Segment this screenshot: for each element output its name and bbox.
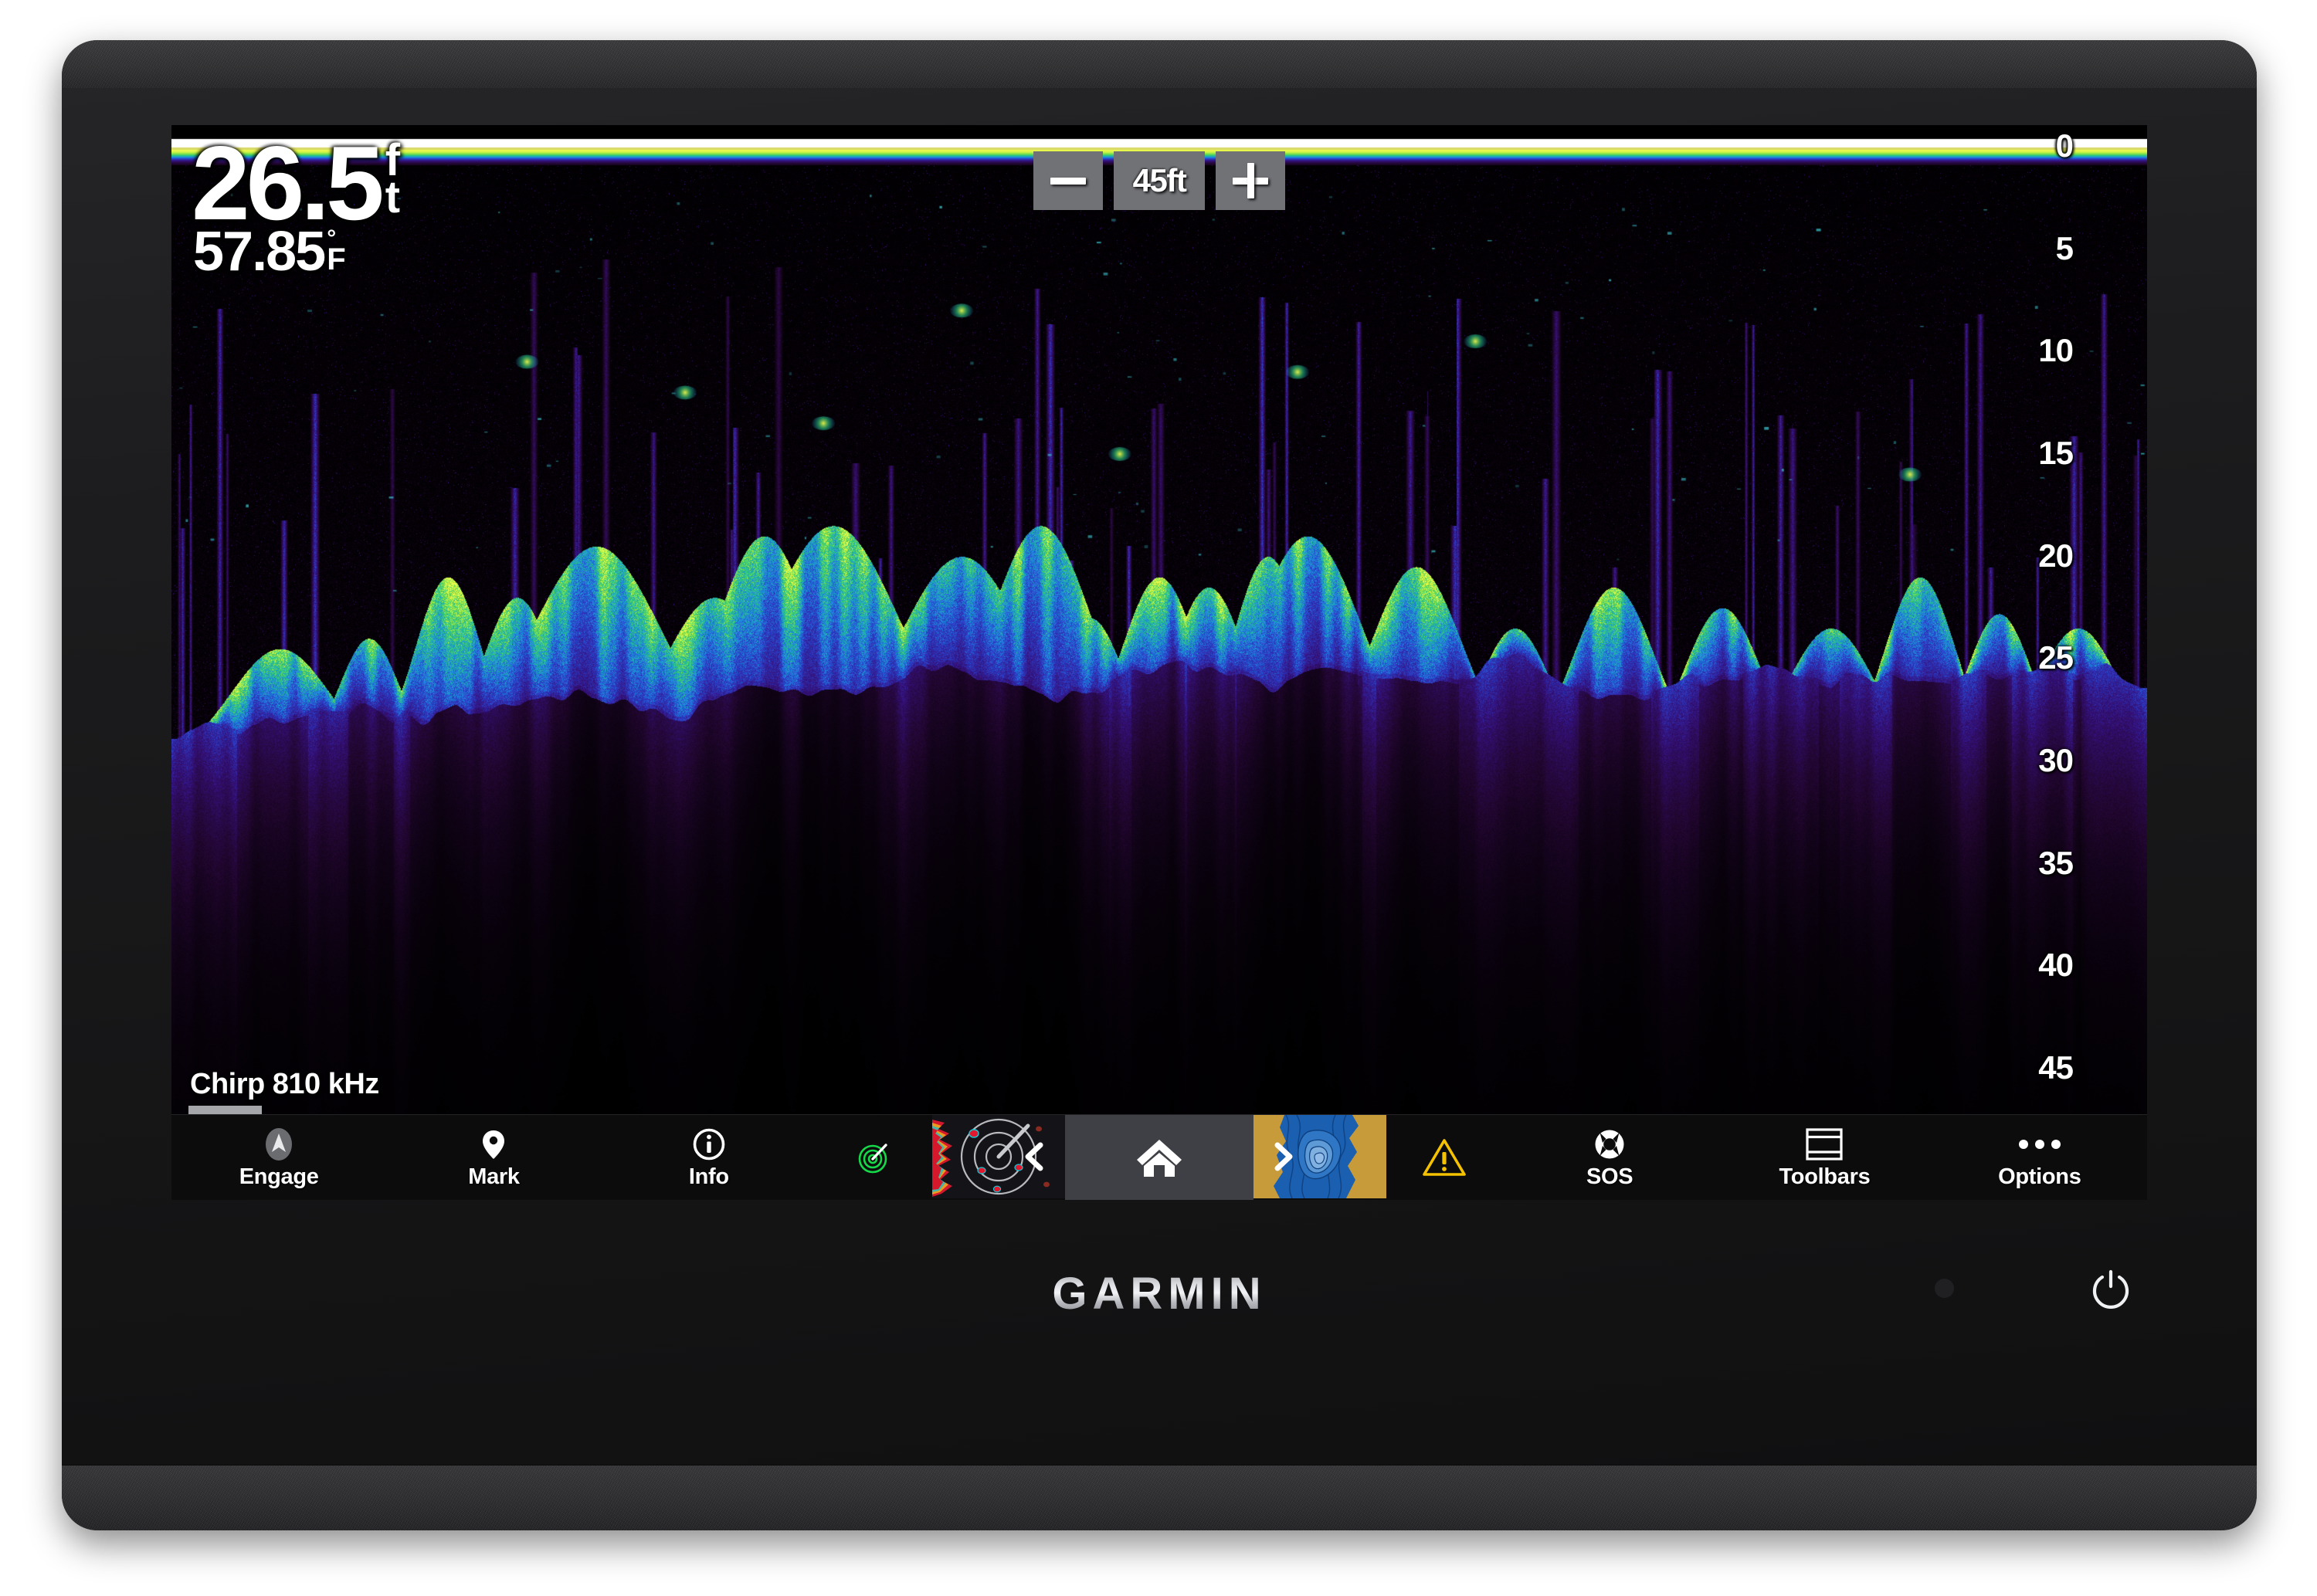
life-ring-icon bbox=[1592, 1127, 1627, 1162]
home-icon bbox=[1136, 1140, 1182, 1177]
map-pin-icon bbox=[476, 1127, 511, 1162]
garmin-logo: GARMIN bbox=[1052, 1269, 1267, 1319]
frequency-label: Chirp 810 kHz bbox=[190, 1068, 379, 1100]
bezel-top-strip bbox=[62, 40, 2257, 89]
chart-thumbnail[interactable] bbox=[1253, 1115, 1386, 1198]
toolbar-item-info[interactable]: Info bbox=[602, 1115, 816, 1200]
sonar-canvas[interactable] bbox=[171, 125, 2147, 1115]
radar-thumbnail[interactable] bbox=[931, 1115, 1065, 1198]
ambient-light-sensor bbox=[1935, 1279, 1954, 1298]
ellipsis-icon bbox=[2018, 1127, 2061, 1162]
autopilot-engage-icon bbox=[261, 1127, 297, 1162]
window-panes-icon bbox=[1806, 1127, 1844, 1162]
toolbar-label-sos: SOS bbox=[1586, 1164, 1633, 1189]
power-button[interactable] bbox=[2088, 1266, 2133, 1311]
range-label-button[interactable]: 45ft bbox=[1114, 151, 1205, 210]
bezel-bottom-strip bbox=[62, 1465, 2257, 1530]
toolbar-item-sos[interactable]: SOS bbox=[1502, 1115, 1717, 1200]
toolbar-item-engage[interactable]: Engage bbox=[171, 1115, 386, 1200]
sonar-echogram[interactable] bbox=[171, 125, 2147, 1115]
toolbar-label-engage: Engage bbox=[239, 1164, 319, 1189]
garmin-chartplotter-device: 0 5 10 15 20 25 30 35 40 45 26.5 f t 57.85 ° F bbox=[62, 40, 2257, 1530]
bottom-toolbar: Engage Mark Info SOS Toolbars Options bbox=[171, 1114, 2147, 1200]
toolbar-item-mark[interactable]: Mark bbox=[386, 1115, 601, 1200]
home-button[interactable] bbox=[1064, 1115, 1253, 1200]
toolbar-label-toolbars: Toolbars bbox=[1779, 1164, 1871, 1189]
zoom-in-button[interactable] bbox=[1216, 151, 1285, 210]
zoom-out-button[interactable] bbox=[1033, 151, 1103, 210]
toolbar-item-toolbars[interactable]: Toolbars bbox=[1717, 1115, 1932, 1200]
minus-icon bbox=[1050, 177, 1086, 185]
range-zoom-control: 45ft bbox=[1033, 151, 1285, 210]
warning-triangle-icon[interactable] bbox=[1386, 1115, 1502, 1200]
power-icon bbox=[2092, 1269, 2129, 1309]
toolbar-label-info: Info bbox=[688, 1164, 729, 1189]
toolbar-label-options: Options bbox=[1998, 1164, 2081, 1189]
toolbar-item-options[interactable]: Options bbox=[1932, 1115, 2147, 1200]
toolbar-label-mark: Mark bbox=[468, 1164, 520, 1189]
sonar-active-icon[interactable] bbox=[816, 1115, 932, 1200]
plus-icon bbox=[1233, 163, 1268, 198]
info-circle-icon bbox=[691, 1127, 727, 1162]
display-screen: 0 5 10 15 20 25 30 35 40 45 26.5 f t 57.85 ° F bbox=[171, 125, 2147, 1200]
